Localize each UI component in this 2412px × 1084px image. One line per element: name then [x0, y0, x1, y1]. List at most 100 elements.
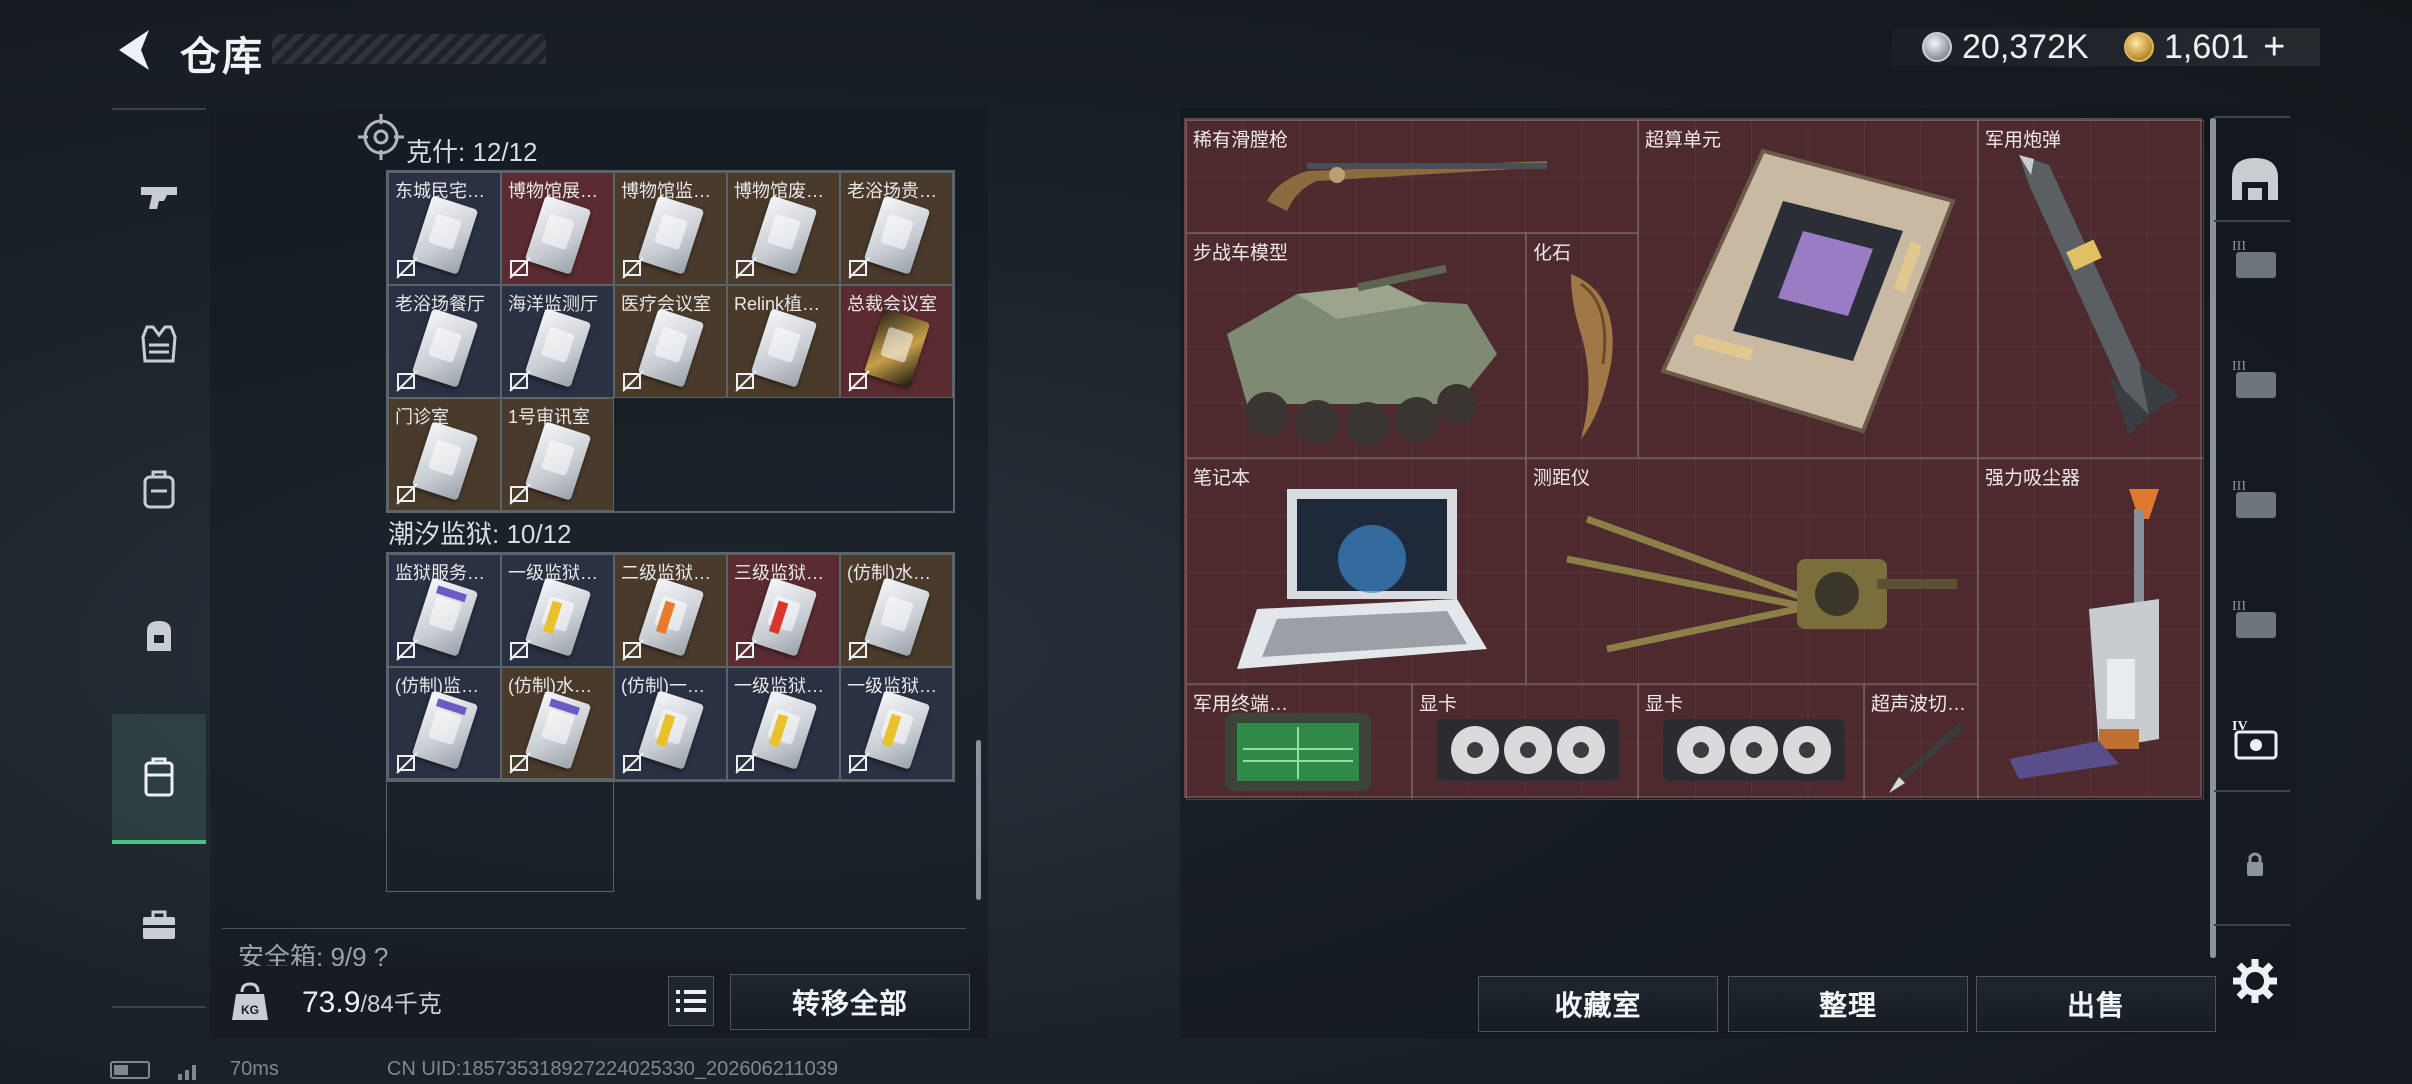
key-slot[interactable]: 医疗会议室 — [614, 285, 727, 398]
keycard-icon — [637, 577, 705, 657]
weight-capacity: /84千克 — [360, 991, 442, 1018]
sell-button[interactable]: 出售 — [1976, 976, 2216, 1032]
stash-scrollbar[interactable] — [2210, 118, 2216, 958]
key-slot[interactable]: 监狱服务… — [388, 554, 501, 667]
scalpel-icon — [1889, 723, 1963, 793]
organize-button[interactable]: 整理 — [1728, 976, 1968, 1032]
keycard-icon — [637, 195, 705, 275]
nav-item-gear[interactable] — [112, 570, 206, 700]
vacuum-icon — [2009, 489, 2159, 779]
list-view-button[interactable] — [668, 976, 714, 1026]
collection-room-button[interactable]: 收藏室 — [1478, 976, 1718, 1032]
no-insure-icon — [848, 257, 870, 279]
weight-icon-label: KG — [241, 1003, 259, 1017]
nav-item-weapons[interactable] — [112, 132, 206, 262]
no-insure-icon — [509, 257, 531, 279]
stash-tab-3d[interactable]: III — [2220, 584, 2290, 654]
key-slot[interactable]: 海洋监测厅 — [501, 285, 614, 398]
no-insure-icon — [735, 639, 757, 661]
stash-tab-3b[interactable]: III — [2220, 344, 2290, 414]
no-insure-icon — [848, 639, 870, 661]
key-slot[interactable]: 老浴场贵… — [840, 172, 953, 285]
stash-grid: 稀有滑膛枪 超算单元 军用炮弹 步战车模型 化石 笔记本 测距仪 强力吸尘器 军… — [1184, 118, 2204, 800]
vest-icon — [141, 325, 177, 363]
key-slot[interactable]: Relink植… — [727, 285, 840, 398]
weight-icon: KG — [232, 982, 268, 1020]
no-insure-icon — [396, 639, 418, 661]
key-slot[interactable]: 三级监狱… — [727, 554, 840, 667]
key-slot[interactable]: (仿制)监… — [388, 667, 501, 780]
no-insure-icon — [396, 257, 418, 279]
stash-tab-3c[interactable]: III — [2220, 464, 2290, 534]
keycard-icon — [524, 308, 592, 388]
no-insure-icon — [396, 752, 418, 774]
musket-icon — [1267, 161, 1547, 211]
stash-item-rangefinder[interactable]: 测距仪 — [1526, 458, 1978, 684]
stash-item-musket[interactable]: 稀有滑膛枪 — [1186, 120, 1638, 233]
transfer-all-button[interactable]: 转移全部 — [730, 974, 970, 1030]
key-slot[interactable]: 东城民宅… — [388, 172, 501, 285]
back-button[interactable] — [110, 22, 160, 78]
stash-item-scalpel[interactable]: 超声波切… — [1864, 684, 1978, 800]
stash-item-laptop[interactable]: 笔记本 — [1186, 458, 1526, 684]
no-insure-icon — [396, 370, 418, 392]
stash-item-tablet[interactable]: 军用终端… — [1186, 684, 1412, 800]
key-slot[interactable]: 门诊室 — [388, 398, 501, 511]
key-slot[interactable]: 一级监狱… — [501, 554, 614, 667]
svg-text:III: III — [2232, 239, 2246, 254]
crosshair-icon — [358, 114, 404, 160]
add-currency-button[interactable]: + — [2263, 26, 2285, 69]
key-slot[interactable]: 总裁会议室 — [840, 285, 953, 398]
stash-item-supercomputer[interactable]: 超算单元 — [1638, 120, 1978, 458]
currency-gold-value: 1,601 — [2164, 27, 2250, 66]
settings-button[interactable] — [2220, 946, 2290, 1016]
pouch-icon — [147, 621, 171, 651]
keycard-case-icon — [144, 757, 174, 797]
item-name: 化石 — [1533, 243, 1572, 264]
rangefinder-icon — [1566, 515, 1957, 653]
stash-tab-main[interactable] — [2220, 144, 2290, 214]
stash-tab-3a[interactable]: III — [2220, 224, 2290, 294]
key-slot[interactable]: 博物馆废… — [727, 172, 840, 285]
key-slot[interactable]: 老浴场餐厅 — [388, 285, 501, 398]
svg-text:III: III — [2232, 479, 2246, 494]
stash-tab-locked[interactable] — [2220, 828, 2290, 898]
key-slot[interactable]: (仿制)水… — [501, 667, 614, 780]
stash-item-artillery-shell[interactable]: 军用炮弹 — [1978, 120, 2204, 458]
key-slot[interactable]: 博物馆展… — [501, 172, 614, 285]
key-slot[interactable]: 二级监狱… — [614, 554, 727, 667]
no-insure-icon — [622, 370, 644, 392]
expansion-case-3-icon: III — [2232, 359, 2276, 398]
no-insure-icon — [848, 752, 870, 774]
laptop-icon — [1237, 489, 1487, 669]
key-slot[interactable]: (仿制)水… — [840, 554, 953, 667]
stash-item-vacuum[interactable]: 强力吸尘器 — [1978, 458, 2204, 800]
stash-scrollbar-thumb[interactable] — [2210, 118, 2216, 958]
key-slot[interactable]: 博物馆监… — [614, 172, 727, 285]
item-name: 超声波切… — [1871, 694, 1967, 715]
no-insure-icon — [396, 483, 418, 505]
key-slot[interactable]: 1号审讯室 — [501, 398, 614, 511]
left-scrollbar[interactable] — [976, 740, 981, 900]
nav-item-keys[interactable] — [112, 714, 206, 844]
keycard-icon — [750, 690, 818, 770]
stash-item-ifv-model[interactable]: 步战车模型 — [1186, 233, 1526, 458]
stash-item-fossil[interactable]: 化石 — [1526, 233, 1638, 458]
currency-gold[interactable]: 1,601 + — [2124, 26, 2285, 69]
stash-tab-4[interactable]: IV — [2220, 704, 2290, 774]
top-bar: 仓库 20,372K 1,601 + — [0, 0, 2412, 100]
keycard-icon — [524, 195, 592, 275]
key-slot[interactable]: 一级监狱… — [727, 667, 840, 780]
key-slot[interactable]: (仿制)一… — [614, 667, 727, 780]
stash-item-gpu-2[interactable]: 显卡 — [1638, 684, 1864, 800]
nav-item-backpack[interactable] — [112, 424, 206, 554]
back-arrow-icon — [119, 30, 149, 70]
nav-item-armor[interactable] — [112, 278, 206, 408]
stash-item-gpu-1[interactable]: 显卡 — [1412, 684, 1638, 800]
item-name: 显卡 — [1645, 694, 1684, 715]
toolbox-icon — [143, 910, 175, 939]
weight-readout: 73.9/84千克 — [302, 984, 442, 1020]
keycard-icon — [411, 308, 479, 388]
nav-item-toolbox[interactable] — [112, 860, 206, 990]
key-slot[interactable]: 一级监狱… — [840, 667, 953, 780]
